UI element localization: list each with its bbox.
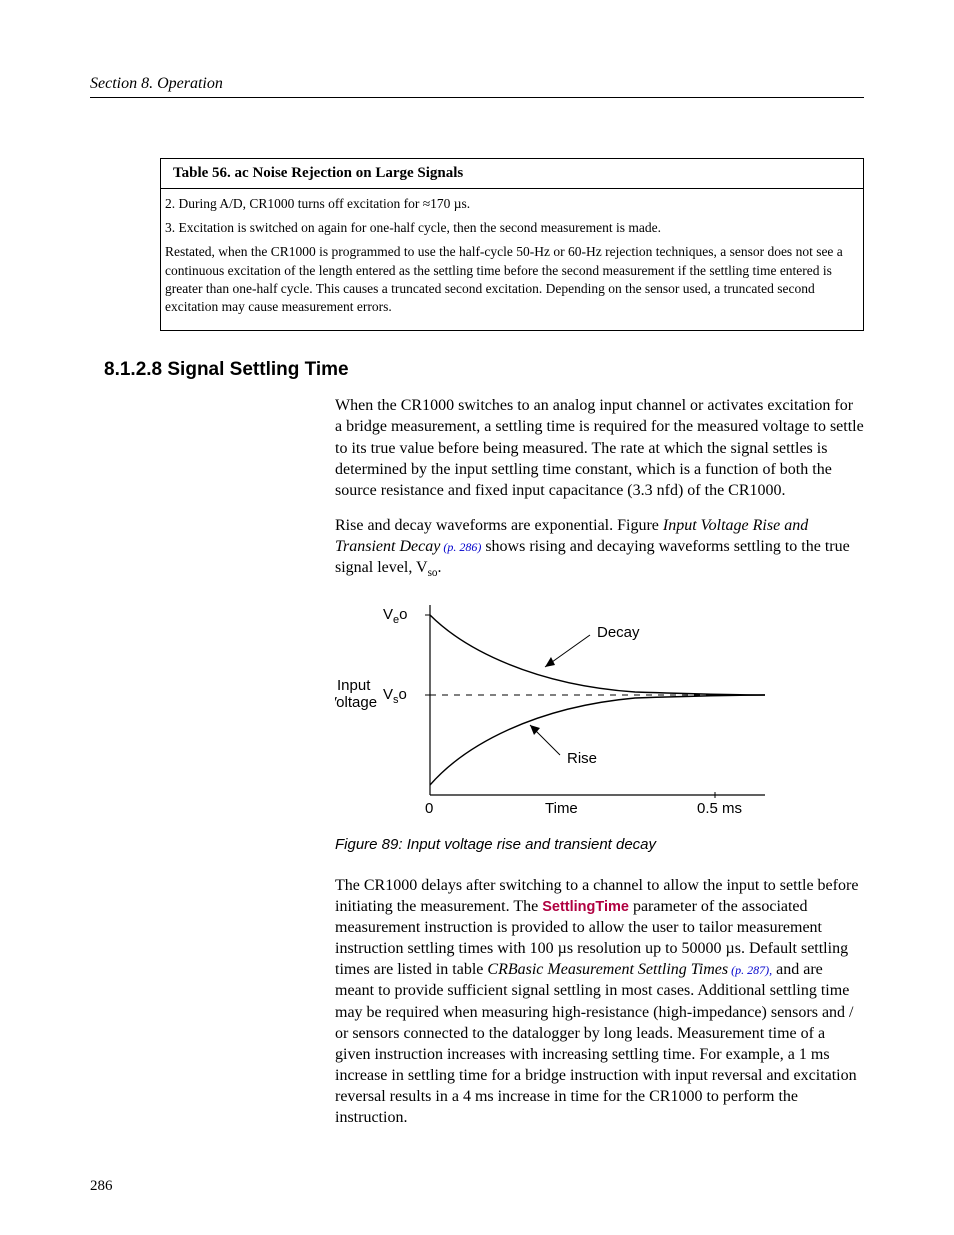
figure-caption: Figure 89: Input voltage rise and transi… [335, 835, 864, 855]
paragraph-1: When the CR1000 switches to an analog in… [335, 395, 864, 501]
p3-text3: and are meant to provide sufficient sign… [335, 961, 857, 1126]
figure-svg: Veo Vso Input Voltage Decay Rise 0 Time … [335, 595, 795, 825]
table-para: Restated, when the CR1000 is programmed … [165, 243, 859, 316]
body-text: When the CR1000 switches to an analog in… [335, 395, 864, 1128]
table-line-2: 2. During A/D, CR1000 turns off excitati… [165, 195, 859, 213]
p2-sub: so [428, 567, 438, 579]
fig-ylabel2: Voltage [335, 694, 377, 711]
fig-ve: Veo [383, 606, 407, 626]
paragraph-3: The CR1000 delays after switching to a c… [335, 875, 864, 1128]
fig-rise-label: Rise [567, 750, 597, 767]
p2-period: . [438, 559, 442, 576]
fig-xend: 0.5 ms [697, 800, 742, 817]
section-heading: 8.1.2.8 Signal Settling Time [104, 359, 864, 381]
figure-89: Veo Vso Input Voltage Decay Rise 0 Time … [335, 595, 864, 855]
fig-ylabel1: Input [337, 677, 371, 694]
table-line-3: 3. Excitation is switched on again for o… [165, 219, 859, 237]
page-number: 286 [90, 1178, 113, 1195]
fig-vs: Vso [383, 686, 407, 706]
p2-text: Rise and decay waveforms are exponential… [335, 517, 663, 534]
p2-page-ref[interactable]: (p. 286) [440, 540, 481, 554]
paragraph-2: Rise and decay waveforms are exponential… [335, 515, 864, 581]
p3-page-ref[interactable]: (p. 287), [728, 963, 772, 977]
running-header: Section 8. Operation [90, 75, 864, 93]
fig-xlabel: Time [545, 800, 578, 817]
p3-param: SettlingTime [542, 899, 629, 915]
table-title: Table 56. ac Noise Rejection on Large Si… [161, 159, 863, 189]
table-body: 2. During A/D, CR1000 turns off excitati… [161, 189, 863, 330]
p3-table-ref: CRBasic Measurement Settling Times [487, 961, 728, 978]
fig-decay-label: Decay [597, 624, 640, 641]
table-56: Table 56. ac Noise Rejection on Large Si… [160, 158, 864, 331]
header-rule [90, 97, 864, 98]
fig-x0: 0 [425, 800, 433, 817]
